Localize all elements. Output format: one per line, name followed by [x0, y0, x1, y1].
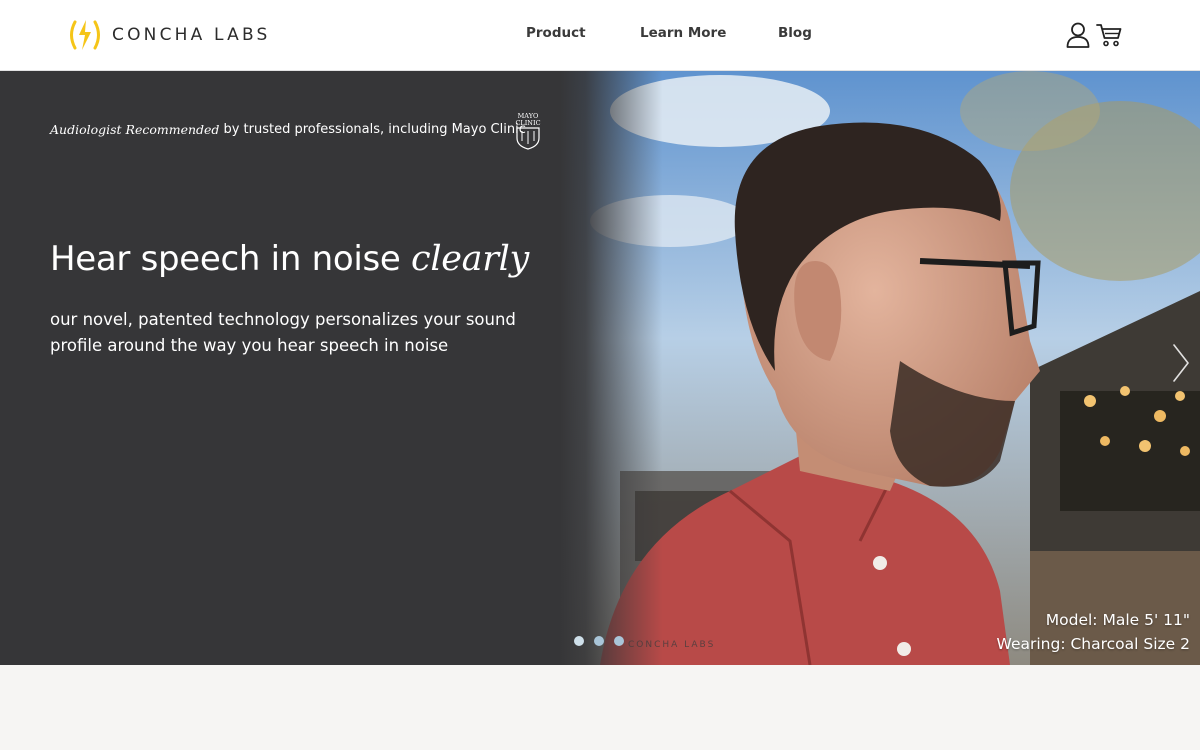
nav-product[interactable]: Product	[526, 25, 586, 41]
mayo-clinic-logo: MAYO CLINIC	[515, 112, 541, 150]
audiologist-recommended: Audiologist Recommended	[50, 122, 220, 137]
cart-icon[interactable]	[1096, 23, 1122, 47]
svg-text:CLINIC: CLINIC	[515, 119, 540, 127]
site-header: CONCHA LABS Product Learn More Blog	[0, 0, 1200, 71]
trust-text: by trusted professionals, including Mayo…	[223, 122, 526, 137]
carousel-dots	[574, 636, 624, 646]
user-icon[interactable]	[1066, 22, 1090, 48]
photo-watermark: CONCHA LABS	[628, 640, 716, 650]
nav-blog[interactable]: Blog	[778, 25, 812, 41]
caption-model: Model: Male 5' 11"	[1045, 611, 1190, 629]
carousel-dot-1[interactable]	[574, 636, 584, 646]
headline-text: Hear speech in noise	[50, 239, 401, 279]
nav-learn-more[interactable]: Learn More	[640, 25, 726, 41]
carousel-dot-3[interactable]	[614, 636, 624, 646]
headline-emphasis: clearly	[411, 239, 530, 279]
hero-carousel: Audiologist Recommended by trusted profe…	[0, 71, 1200, 665]
carousel-dot-2[interactable]	[594, 636, 604, 646]
hero-headline: Hear speech in noise clearly	[50, 239, 529, 279]
chevron-right-icon[interactable]	[1170, 341, 1192, 385]
caption-wearing: Wearing: Charcoal Size 2	[996, 635, 1190, 653]
main-nav: Product Learn More Blog	[0, 25, 1200, 45]
trust-line: Audiologist Recommended by trusted profe…	[50, 122, 526, 137]
hero-subtext: our novel, patented technology personali…	[50, 310, 516, 355]
model-caption: Model: Male 5' 11" Wearing: Charcoal Siz…	[997, 608, 1190, 656]
hero-photo	[560, 71, 1200, 665]
next-section	[0, 665, 1200, 750]
